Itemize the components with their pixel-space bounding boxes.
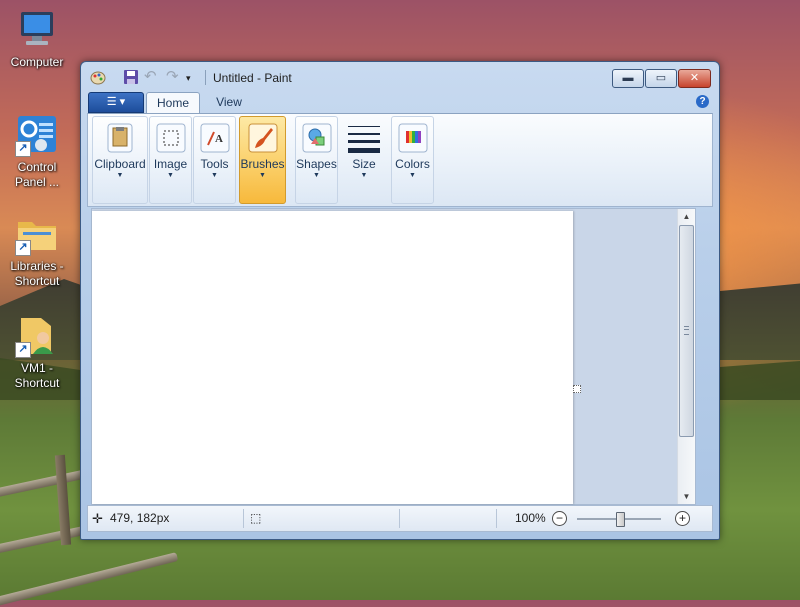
tab-label: Home [156, 96, 189, 110]
tab-home[interactable]: Home [146, 92, 200, 114]
status-separator [496, 509, 497, 528]
svg-text:A: A [215, 133, 223, 145]
zoom-level: 100% [515, 511, 546, 525]
drawing-canvas[interactable] [92, 211, 573, 504]
group-label: Image [153, 157, 188, 171]
clipboard-icon [104, 122, 136, 154]
ribbon-group-colors[interactable]: Colors ▼ [391, 116, 434, 204]
status-separator [243, 509, 244, 528]
scroll-grip-icon [684, 326, 689, 335]
user-folder-icon: ↗ [15, 314, 59, 358]
paint-window: ↶ ↷ ▾ Untitled - Paint ▬ ▭ ✕ ☰ ▾ Home Vi… [80, 61, 720, 540]
control-panel-icon: ↗ [15, 113, 59, 157]
desktop-icon-control-panel[interactable]: ↗ Control Panel ... [2, 113, 72, 190]
group-label: Colors [395, 157, 430, 171]
cursor-position-icon: ✛ [92, 511, 103, 526]
group-label: Tools [200, 157, 229, 171]
dropdown-arrow-icon: ▼ [167, 172, 174, 179]
scroll-down-arrow-icon[interactable]: ▼ [678, 489, 695, 504]
computer-icon [15, 8, 59, 52]
minimize-button[interactable]: ▬ [612, 69, 644, 88]
shortcut-arrow-icon: ↗ [15, 342, 31, 358]
dropdown-arrow-icon: ▼ [259, 172, 266, 179]
canvas-workspace[interactable]: ▲ ▼ [91, 208, 696, 505]
caption-buttons: ▬ ▭ ✕ [612, 69, 711, 88]
fence-rail [0, 552, 179, 607]
shapes-icon [301, 122, 333, 154]
maximize-button[interactable]: ▭ [645, 69, 677, 88]
desktop-icon-libraries[interactable]: ↗ Libraries - Shortcut [2, 212, 72, 289]
group-label: Size [352, 157, 376, 171]
group-label: Clipboard [94, 157, 146, 171]
desktop-icon-label: Computer [10, 55, 64, 69]
size-lines-icon [348, 122, 380, 154]
desktop-icon-computer[interactable]: Computer [2, 8, 72, 70]
dropdown-arrow-icon: ▼ [360, 172, 368, 179]
shortcut-arrow-icon: ↗ [15, 141, 31, 157]
selection-size-icon: ⬚ [250, 511, 262, 525]
ribbon-group-brushes[interactable]: Brushes ▼ [239, 116, 286, 204]
palette-icon [397, 122, 429, 154]
dropdown-arrow-icon: ▼ [211, 172, 218, 179]
close-icon: ✕ [689, 72, 700, 84]
dropdown-arrow-icon: ▼ [313, 172, 320, 179]
ribbon-group-size[interactable]: Size ▼ [341, 116, 387, 204]
customize-toolbar-chevron-icon[interactable]: ▾ [186, 69, 202, 85]
zoom-slider-knob[interactable] [615, 512, 625, 527]
desktop-icon-label: Control Panel ... [14, 160, 60, 189]
minimize-icon: ▬ [622, 72, 634, 84]
dropdown-arrow-icon: ▼ [116, 172, 124, 179]
group-label: Brushes [240, 157, 285, 171]
paint-app-icon[interactable] [90, 69, 106, 85]
tab-label: View [216, 95, 242, 109]
title-bar[interactable]: ↶ ↷ ▾ Untitled - Paint ▬ ▭ ✕ [81, 62, 719, 92]
title-separator [205, 70, 206, 85]
undo-icon[interactable]: ↶ [144, 69, 160, 85]
ribbon-group-image[interactable]: Image ▼ [149, 116, 192, 204]
canvas-resize-handle[interactable] [573, 385, 581, 393]
tab-view[interactable]: View [204, 92, 254, 113]
scroll-up-arrow-icon[interactable]: ▲ [678, 209, 695, 224]
window-title: Untitled - Paint [213, 71, 292, 85]
group-label: Shapes [296, 157, 337, 171]
maximize-icon: ▭ [655, 72, 667, 84]
brush-icon [247, 122, 279, 154]
ribbon-group-tools[interactable]: A Tools ▼ [193, 116, 236, 204]
zoom-out-button[interactable]: − [552, 511, 567, 526]
close-button[interactable]: ✕ [678, 69, 711, 88]
desktop-icon-label: Libraries - Shortcut [10, 259, 64, 288]
desktop-icon-vm1[interactable]: ↗ VM1 - Shortcut [2, 314, 72, 391]
tools-icon: A [199, 122, 231, 154]
libraries-folder-icon: ↗ [15, 212, 59, 256]
select-icon [155, 122, 187, 154]
zoom-in-button[interactable]: + [675, 511, 690, 526]
dropdown-arrow-icon: ▼ [409, 172, 416, 179]
help-icon[interactable]: ? [696, 95, 709, 108]
ribbon: Clipboard ▼ Image ▼ A Tools ▼ Brushes ▼ [87, 113, 713, 207]
vertical-scrollbar[interactable]: ▲ ▼ [677, 209, 695, 504]
desktop-icon-label: VM1 - Shortcut [14, 361, 60, 390]
ribbon-group-clipboard[interactable]: Clipboard ▼ [92, 116, 148, 204]
paint-menu-button[interactable]: ☰ ▾ [88, 92, 144, 113]
shortcut-arrow-icon: ↗ [15, 240, 31, 256]
ribbon-tabs: ☰ ▾ Home View ? [87, 91, 713, 114]
scroll-thumb[interactable] [679, 225, 694, 437]
menu-icon: ☰ ▾ [106, 96, 126, 108]
ribbon-group-shapes[interactable]: Shapes ▼ [295, 116, 338, 204]
cursor-position: 479, 182px [110, 511, 170, 525]
status-separator [399, 509, 400, 528]
save-icon[interactable] [123, 69, 139, 85]
redo-icon[interactable]: ↷ [166, 69, 182, 85]
